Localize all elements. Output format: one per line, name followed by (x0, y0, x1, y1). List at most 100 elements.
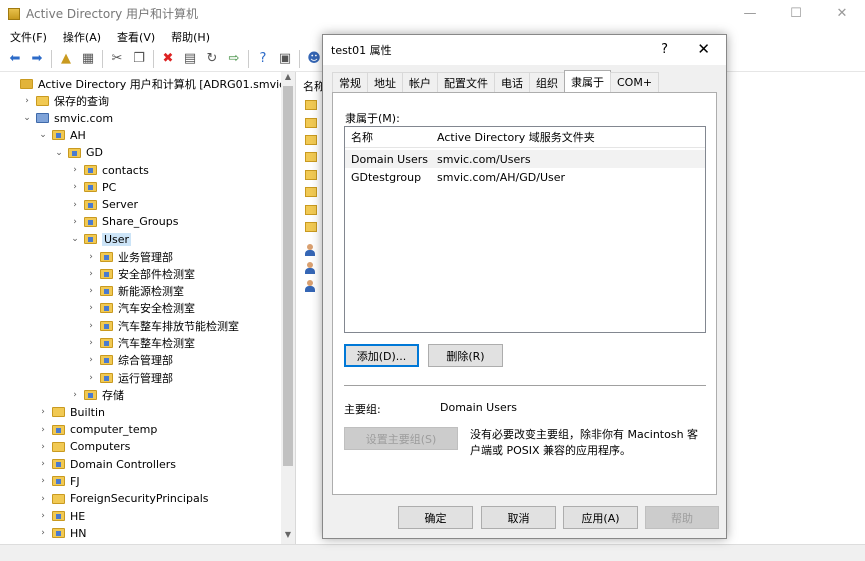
new-user-icon[interactable]: ☻ (304, 49, 324, 69)
tab-telephones[interactable]: 电话 (494, 72, 530, 92)
tree-item[interactable]: ⌄ AH (38, 127, 86, 144)
tree-item[interactable]: › 安全部件检测室 (86, 265, 195, 282)
ou-icon[interactable] (305, 205, 317, 215)
tree-item[interactable]: › Computers (38, 438, 130, 455)
copy-icon[interactable]: ❐ (129, 49, 149, 69)
chevron-right-icon[interactable]: › (70, 200, 80, 210)
refresh-icon[interactable]: ↻ (202, 49, 222, 69)
tree-scrollbar[interactable]: ▲ ▼ (281, 72, 295, 544)
menu-view[interactable]: 查看(V) (107, 29, 161, 45)
ou-icon[interactable] (305, 170, 317, 180)
scroll-down-icon[interactable]: ▼ (281, 530, 295, 544)
remove-button[interactable]: 删除(R) (428, 344, 503, 367)
tree-item[interactable]: › FJ (38, 473, 79, 490)
tree-item[interactable]: › 保存的查询 (22, 92, 109, 109)
ou-icon[interactable] (305, 100, 317, 110)
close-button[interactable]: ✕ (819, 0, 865, 27)
ou-icon[interactable] (305, 118, 317, 128)
forward-icon[interactable]: ➡ (27, 49, 47, 69)
ok-button[interactable]: 确定 (398, 506, 473, 529)
console-icon[interactable]: ▣ (275, 49, 295, 69)
ou-icon[interactable] (305, 152, 317, 162)
cancel-button[interactable]: 取消 (481, 506, 556, 529)
chevron-right-icon[interactable]: › (38, 442, 48, 452)
tree-item[interactable]: ⌄ User (70, 231, 132, 248)
chevron-right-icon[interactable]: › (70, 182, 80, 192)
chevron-down-icon[interactable]: ⌄ (70, 234, 80, 244)
chevron-right-icon[interactable]: › (38, 511, 48, 521)
tree-item[interactable]: › HN (38, 525, 86, 542)
column-header-folder[interactable]: Active Directory 域服务文件夹 (437, 129, 595, 145)
tree-item[interactable]: › Builtin (38, 404, 105, 421)
chevron-down-icon[interactable]: ⌄ (38, 130, 48, 140)
chevron-right-icon[interactable]: › (38, 476, 48, 486)
chevron-down-icon[interactable]: ⌄ (54, 148, 64, 158)
tab-member-of[interactable]: 隶属于 (564, 70, 611, 92)
chevron-right-icon[interactable]: › (86, 355, 96, 365)
user-icon[interactable] (305, 280, 315, 292)
tree-item[interactable]: ⌄ smvic.com (22, 110, 113, 127)
group-icon[interactable] (305, 244, 315, 256)
cut-icon[interactable]: ✂ (107, 49, 127, 69)
tab-organization[interactable]: 组织 (529, 72, 565, 92)
tree-item[interactable]: › 存储 (70, 386, 124, 403)
tree-item[interactable]: › 新能源检测室 (86, 283, 184, 300)
chevron-right-icon[interactable]: › (86, 303, 96, 313)
minimize-button[interactable]: — (727, 0, 773, 27)
chevron-right-icon[interactable]: › (86, 338, 96, 348)
tree-item[interactable]: › Share_Groups (70, 213, 178, 230)
maximize-button[interactable]: ☐ (773, 0, 819, 27)
chevron-right-icon[interactable]: › (38, 425, 48, 435)
chevron-right-icon[interactable]: › (70, 165, 80, 175)
tab-profile[interactable]: 配置文件 (437, 72, 495, 92)
show-tree-icon[interactable]: ▦ (78, 49, 98, 69)
tree-item[interactable]: › HE (38, 508, 85, 525)
chevron-right-icon[interactable]: › (38, 494, 48, 504)
help-button[interactable]: 帮助 (645, 506, 719, 529)
add-button[interactable]: 添加(D)... (344, 344, 419, 367)
tab-com-plus[interactable]: COM+ (610, 72, 660, 92)
chevron-right-icon[interactable]: › (86, 321, 96, 331)
tree-item[interactable]: Active Directory 用户和计算机 [ADRG01.smvic.co… (6, 75, 295, 92)
chevron-down-icon[interactable]: ⌄ (22, 113, 32, 123)
tab-general[interactable]: 常规 (332, 72, 368, 92)
tree-item[interactable]: › 运行管理部 (86, 369, 173, 386)
apply-button[interactable]: 应用(A) (563, 506, 638, 529)
ou-icon[interactable] (305, 187, 317, 197)
chevron-right-icon[interactable]: › (70, 217, 80, 227)
ou-icon[interactable] (305, 135, 317, 145)
chevron-right-icon[interactable]: › (38, 407, 48, 417)
scroll-up-icon[interactable]: ▲ (281, 72, 295, 86)
tree-item[interactable]: › Server (70, 196, 138, 213)
dialog-close-button[interactable]: ✕ (697, 40, 710, 58)
tree-item[interactable]: ⌄ GD (54, 144, 103, 161)
column-header-name[interactable]: 名称 (351, 129, 373, 145)
tree-item[interactable]: › 汽车整车排放节能检测室 (86, 317, 239, 334)
chevron-right-icon[interactable]: › (86, 286, 96, 296)
chevron-right-icon[interactable]: › (86, 252, 96, 262)
tree-item[interactable]: › 汽车整车检测室 (86, 335, 195, 352)
chevron-right-icon[interactable]: › (70, 390, 80, 400)
chevron-right-icon[interactable]: › (38, 459, 48, 469)
list-row[interactable]: Domain Users smvic.com/Users (345, 150, 705, 168)
set-primary-group-button[interactable]: 设置主要组(S) (344, 427, 458, 450)
menu-file[interactable]: 文件(F) (0, 29, 53, 45)
menu-help[interactable]: 帮助(H) (161, 29, 216, 45)
ou-icon[interactable] (305, 222, 317, 232)
properties-icon[interactable]: ▤ (180, 49, 200, 69)
group-icon[interactable] (305, 262, 315, 274)
delete-icon[interactable]: ✖ (158, 49, 178, 69)
tree-item[interactable]: › 综合管理部 (86, 352, 173, 369)
tree-item[interactable]: › Domain Controllers (38, 456, 176, 473)
up-folder-icon[interactable]: ▲ (56, 49, 76, 69)
tree-item[interactable]: › PC (70, 179, 116, 196)
tree-item[interactable]: › ForeignSecurityPrincipals (38, 490, 208, 507)
tree-item[interactable]: › 汽车安全检测室 (86, 300, 195, 317)
back-icon[interactable]: ⬅ (5, 49, 25, 69)
scroll-thumb[interactable] (283, 86, 293, 466)
tree-item[interactable]: › computer_temp (38, 421, 157, 438)
export-icon[interactable]: ⇨ (224, 49, 244, 69)
menu-action[interactable]: 操作(A) (53, 29, 107, 45)
tree-item[interactable]: › 业务管理部 (86, 248, 173, 265)
chevron-right-icon[interactable]: › (38, 528, 48, 538)
